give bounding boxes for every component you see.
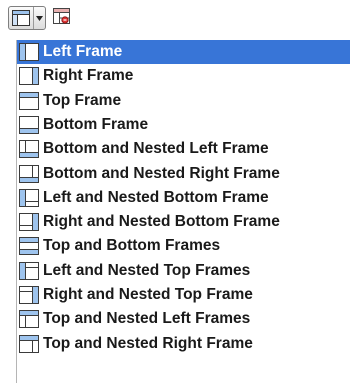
menu-item-label: Right and Nested Top Frame [43, 286, 253, 303]
frames-menu-window: Left Frame Right Frame Top Frame Bottom Fra… [0, 0, 350, 383]
menu-item-label: Right and Nested Bottom Frame [43, 213, 280, 230]
menu-item[interactable]: Bottom and Nested Right Frame [17, 162, 350, 186]
menu-item-label: Right Frame [43, 67, 134, 84]
menu-item-label: Top Frame [43, 92, 122, 109]
frame-right-nested-top-icon [19, 286, 39, 304]
menu-item-label: Top and Bottom Frames [43, 237, 221, 254]
menu-item-label: Top and Nested Left Frames [43, 310, 251, 327]
menu-item-label: Bottom and Nested Left Frame [43, 140, 269, 157]
frame-left-icon [19, 43, 39, 61]
frames-dropdown-menu: Left Frame Right Frame Top Frame Bottom Fra… [16, 40, 350, 383]
menu-item[interactable]: Right and Nested Bottom Frame [17, 210, 350, 234]
frame-bottom-nested-right-icon [19, 165, 39, 183]
menu-item-label: Top and Nested Right Frame [43, 335, 253, 352]
menu-item[interactable]: Bottom Frame [17, 113, 350, 137]
menu-item[interactable]: Right and Nested Top Frame [17, 283, 350, 307]
menu-item[interactable]: Top Frame [17, 89, 350, 113]
menu-item-label: Bottom Frame [43, 116, 149, 133]
button-divider [33, 7, 34, 29]
frame-left-nested-bottom-icon [19, 189, 39, 207]
menu-item-label: Left Frame [43, 43, 123, 60]
toolbar [0, 0, 350, 34]
frame-left-nested-top-icon [19, 262, 39, 280]
frame-top-bottom-icon [19, 237, 39, 255]
menu-item[interactable]: Bottom and Nested Left Frame [17, 137, 350, 161]
menu-item-label: Left and Nested Top Frames [43, 262, 251, 279]
menu-item[interactable]: Left and Nested Top Frames [17, 259, 350, 283]
menu-item[interactable]: Left and Nested Bottom Frame [17, 186, 350, 210]
menu-item[interactable]: Top and Nested Left Frames [17, 307, 350, 331]
menu-item[interactable]: Top and Bottom Frames [17, 234, 350, 258]
menu-item[interactable]: Left Frame [17, 40, 350, 64]
frame-right-icon [19, 67, 39, 85]
chevron-down-icon[interactable] [35, 10, 44, 26]
frame-right-nested-bottom-icon [19, 213, 39, 231]
frame-top-nested-left-icon [19, 310, 39, 328]
menu-item[interactable]: Top and Nested Right Frame [17, 332, 350, 356]
menu-item-label: Left and Nested Bottom Frame [43, 189, 269, 206]
frame-top-icon [19, 92, 39, 110]
frame-layout-icon [12, 10, 30, 26]
frame-top-nested-right-icon [19, 335, 39, 353]
frame-layout-button[interactable] [8, 6, 46, 30]
frame-properties-icon[interactable] [52, 7, 72, 27]
menu-item[interactable]: Right Frame [17, 64, 350, 88]
menu-item-label: Bottom and Nested Right Frame [43, 165, 280, 182]
frame-bottom-nested-left-icon [19, 140, 39, 158]
frame-bottom-icon [19, 116, 39, 134]
